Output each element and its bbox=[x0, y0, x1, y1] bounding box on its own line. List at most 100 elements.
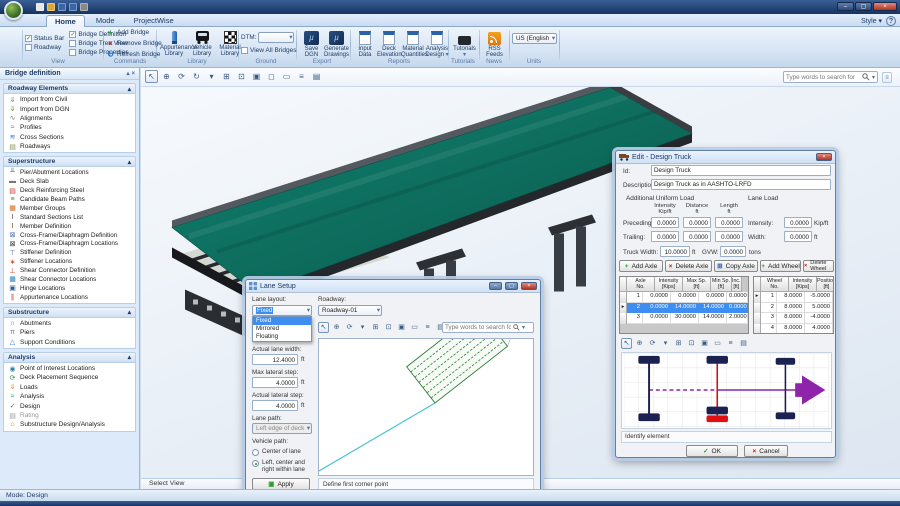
open-file-icon[interactable] bbox=[47, 3, 55, 11]
lane-layout-dropdown[interactable]: Fixed ▾ bbox=[252, 305, 312, 316]
ribbon-tab[interactable]: Mode bbox=[88, 15, 123, 27]
lane-intensity-input[interactable]: 0.0000 bbox=[784, 217, 812, 228]
maximize-button[interactable]: ▢ bbox=[855, 2, 872, 11]
zoom-window-icon[interactable]: ⊞ bbox=[220, 70, 233, 83]
material-library-button[interactable]: Material Library bbox=[216, 29, 244, 57]
sidebar-item[interactable]: ⇓ Import from Civil bbox=[4, 95, 135, 104]
undo-icon[interactable] bbox=[80, 3, 88, 11]
view-orientation-dropdown-icon[interactable]: ▾ bbox=[205, 70, 218, 83]
table-column-header[interactable]: Intensity [Kips] bbox=[789, 277, 817, 293]
sidebar-item[interactable]: ◉ Point of Interest Locations bbox=[4, 364, 135, 373]
preceding-value-input[interactable]: 0.0000 bbox=[715, 217, 743, 228]
tutorials-button[interactable]: Tutorials ▾ bbox=[451, 29, 478, 58]
trailing-value-input[interactable]: 0.0000 bbox=[651, 231, 679, 242]
previous-view-icon[interactable]: ◻ bbox=[265, 70, 278, 83]
search-scope-dropdown-icon[interactable]: ▾ bbox=[522, 324, 525, 331]
print-icon[interactable]: ▤ bbox=[738, 338, 749, 349]
section-header-analysis[interactable]: Analysis ▴ bbox=[3, 351, 136, 363]
table-column-header[interactable]: Max Sp. [ft] bbox=[683, 277, 711, 293]
ribbon-tab[interactable]: ProjectWise bbox=[126, 15, 182, 27]
gvw-input[interactable]: 0.0000 bbox=[720, 246, 746, 257]
sidebar-item[interactable]: ⊠ Cross-Frame/Diaphragm Locations bbox=[4, 239, 135, 248]
panel-close-icon[interactable]: × bbox=[131, 71, 135, 77]
view-checkbox[interactable]: ✓ Status Bar bbox=[25, 35, 64, 42]
table-column-header[interactable]: Axle No. bbox=[627, 277, 655, 293]
delete-wheel-button[interactable]: × Delete Wheel bbox=[803, 260, 834, 272]
wheel-table-row[interactable]: 3 8.0000 -4.0000 bbox=[754, 313, 833, 324]
table-column-header[interactable]: Min Sp. [ft] bbox=[711, 277, 732, 293]
sidebar-item[interactable]: ⊤ Stiffener Definition bbox=[4, 248, 135, 257]
truck-diagram[interactable] bbox=[621, 352, 832, 429]
rss-feeds-button[interactable]: RSS Feeds bbox=[481, 29, 508, 58]
zoom-fit-icon[interactable]: ⊡ bbox=[235, 70, 248, 83]
wheel-table-row[interactable]: 2 8.0000 5.0000 bbox=[754, 302, 833, 314]
vehicle-path-radio[interactable]: Left, center and right within lane bbox=[252, 459, 314, 473]
sidebar-item[interactable]: ▣ Hinge Locations bbox=[4, 284, 135, 293]
view-orientation-dropdown-icon[interactable]: ▾ bbox=[357, 322, 368, 333]
rotate-view-icon[interactable]: ⟳ bbox=[647, 338, 658, 349]
sidebar-item[interactable]: Ⅰ Standard Sections List bbox=[4, 213, 135, 222]
roadway-dropdown[interactable]: Roadway-01 ▾ bbox=[318, 305, 382, 316]
wheel-table-row[interactable]: ▸ 1 8.0000 -5.0000 bbox=[754, 292, 833, 303]
orbit-icon[interactable]: ⊕ bbox=[331, 322, 342, 333]
dropdown-option[interactable]: Fixed bbox=[253, 317, 311, 325]
view-all-bridges-checkbox[interactable]: View All Bridges bbox=[241, 47, 297, 54]
preceding-value-input[interactable]: 0.0000 bbox=[651, 217, 679, 228]
window-area-icon[interactable]: ▣ bbox=[250, 70, 263, 83]
select-tool-icon[interactable]: ↖ bbox=[621, 338, 632, 349]
design-truck-title-bar[interactable]: Edit - Design Truck × bbox=[616, 151, 835, 164]
cancel-button[interactable]: × Cancel bbox=[744, 445, 788, 457]
window-area-icon[interactable]: ▣ bbox=[699, 338, 710, 349]
dialog-minimize-button[interactable]: – bbox=[489, 282, 502, 290]
next-view-icon[interactable]: ▭ bbox=[280, 70, 293, 83]
rotate-view-icon[interactable]: ⟳ bbox=[175, 70, 188, 83]
units-dropdown[interactable]: US (English ▾ bbox=[512, 33, 557, 44]
section-display-icon[interactable]: ≡ bbox=[422, 322, 433, 333]
save-dgn-button[interactable]: μ Save DGN bbox=[299, 29, 324, 58]
sidebar-item[interactable]: ▦ Member Groups bbox=[4, 204, 135, 213]
sidebar-item[interactable]: ▬ Deck Slab bbox=[4, 177, 135, 186]
app-logo-icon[interactable] bbox=[4, 1, 23, 20]
lane-path-dropdown[interactable]: Left edge of deck ▾ bbox=[252, 423, 312, 434]
sidebar-item[interactable]: ≈ Analysis bbox=[4, 392, 135, 401]
description-input[interactable] bbox=[651, 179, 831, 190]
trailing-value-input[interactable]: 0.0000 bbox=[715, 231, 743, 242]
orbit-icon[interactable]: ⊕ bbox=[634, 338, 645, 349]
sidebar-item[interactable]: ≈ Profiles bbox=[4, 123, 135, 132]
id-input[interactable] bbox=[651, 165, 831, 176]
view-checkbox[interactable]: ✓ Roadway bbox=[25, 44, 64, 51]
zoom-window-icon[interactable]: ⊞ bbox=[673, 338, 684, 349]
add-bridge-button[interactable]: + Add Bridge bbox=[106, 28, 162, 37]
sidebar-item[interactable]: ∥ Appurtenance Locations bbox=[4, 293, 135, 302]
print-icon[interactable]: ▤ bbox=[310, 70, 323, 83]
sidebar-item[interactable]: ∗ Stiffener Locations bbox=[4, 257, 135, 266]
sidebar-item[interactable]: ⊠ Cross-Frame/Diaphragm Definition bbox=[4, 231, 135, 240]
material-quantities-button[interactable]: Material Quantities bbox=[401, 29, 428, 58]
table-column-header[interactable]: Wheel No. bbox=[761, 277, 789, 293]
search-input[interactable] bbox=[785, 73, 860, 81]
input-data-button[interactable]: Input Data bbox=[353, 29, 377, 58]
previous-view-icon[interactable]: ▭ bbox=[409, 322, 420, 333]
sidebar-item[interactable]: π Piers bbox=[4, 328, 135, 337]
remove-bridge-button[interactable]: × Remove Bridge bbox=[106, 39, 162, 48]
help-icon[interactable]: ? bbox=[886, 16, 896, 26]
table-column-header[interactable]: Inc. [ft] bbox=[732, 277, 742, 293]
add-axle-button[interactable]: + Add Axle bbox=[619, 260, 663, 272]
deck-elevation-button[interactable]: Deck Elevation bbox=[377, 29, 402, 58]
sidebar-item[interactable]: ≋ Cross Sections bbox=[4, 133, 135, 142]
previous-view-icon[interactable]: ▭ bbox=[712, 338, 723, 349]
lane-width-input[interactable]: 0.0000 bbox=[784, 231, 812, 242]
section-header-substructure[interactable]: Substructure ▴ bbox=[3, 306, 136, 318]
sidebar-item[interactable]: ∩ Abutments bbox=[4, 319, 135, 328]
lane-setup-title-bar[interactable]: Lane Setup – ▢ × bbox=[246, 280, 540, 293]
ribbon-tab[interactable]: Home bbox=[46, 15, 85, 27]
orbit-icon[interactable]: ⊕ bbox=[160, 70, 173, 83]
axle-table[interactable]: Axle No. Intensity [Kips] Max Sp. [ft] Min … bbox=[619, 276, 749, 334]
table-column-header[interactable]: Position [ft] bbox=[817, 277, 833, 293]
sidebar-item[interactable]: ⇓ Import from DGN bbox=[4, 104, 135, 114]
zoom-window-icon[interactable]: ⊞ bbox=[370, 322, 381, 333]
preceding-value-input[interactable]: 0.0000 bbox=[683, 217, 711, 228]
dropdown-option[interactable]: Mirrored bbox=[253, 325, 311, 333]
sidebar-item[interactable]: ▦ Shear Connector Locations bbox=[4, 275, 135, 284]
sidebar-item[interactable]: ⇓ Loads bbox=[4, 383, 135, 392]
